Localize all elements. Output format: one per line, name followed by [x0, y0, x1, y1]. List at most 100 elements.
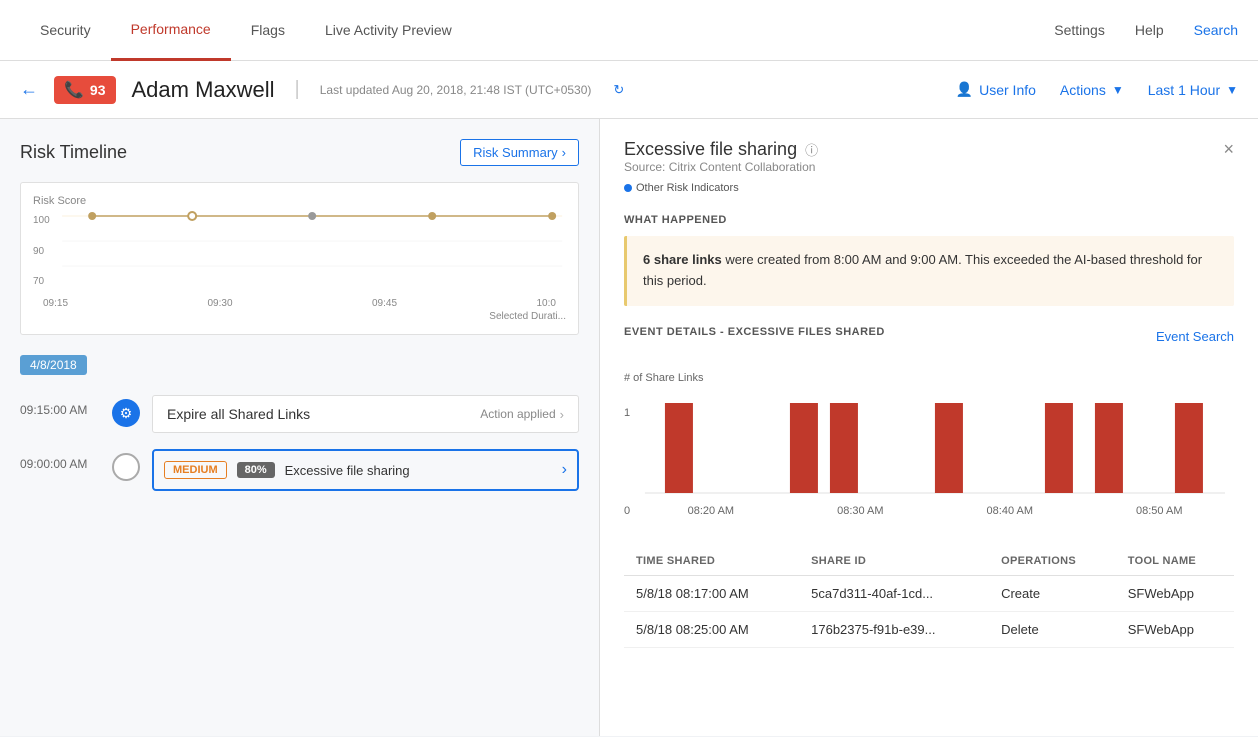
nav-flags-label: Flags [251, 22, 285, 38]
what-happened-bold: 6 share links [643, 252, 722, 267]
bar-y-min: 0 [624, 505, 630, 517]
right-panel: Excessive file sharing ⓘ Source: Citrix … [600, 119, 1258, 736]
gear-icon: ⚙ [112, 399, 140, 427]
cell-share-id-2: 176b2375-f91b-e39... [799, 611, 989, 647]
right-title-area: Excessive file sharing ⓘ Source: Citrix … [624, 139, 818, 210]
circle-icon [112, 453, 140, 481]
risk-badge: 📞 93 [54, 76, 116, 104]
timeline-time-2: 09:00:00 AM [20, 449, 100, 471]
close-button[interactable]: × [1223, 139, 1234, 160]
chart-y-label: Risk Score [33, 195, 566, 207]
bar-chart-area: # of Share Links 1 0 [624, 362, 1234, 527]
risk-summary-button[interactable]: Risk Summary › [460, 139, 579, 166]
cell-operations-1: Create [989, 575, 1116, 611]
nav-flags[interactable]: Flags [231, 0, 305, 61]
chart-y-70: 70 [33, 276, 50, 287]
header-actions: 👤 User Info Actions ▼ Last 1 Hour ▼ [956, 81, 1238, 98]
nav-settings[interactable]: Settings [1054, 22, 1105, 38]
cell-tool-1: SFWebApp [1116, 575, 1234, 611]
nav-live-activity[interactable]: Live Activity Preview [305, 0, 472, 61]
other-risk-badge: Other Risk Indicators [624, 182, 739, 194]
timeline-item-event: 09:00:00 AM MEDIUM 80% Excessive file sh… [20, 449, 579, 491]
nav-right: Settings Help Search [1054, 22, 1238, 38]
nav-performance-label: Performance [131, 21, 211, 37]
cell-operations-2: Delete [989, 611, 1116, 647]
table-row: 5/8/18 08:17:00 AM 5ca7d311-40af-1cd... … [624, 575, 1234, 611]
nav-security[interactable]: Security [20, 0, 111, 61]
col-share-id: SHARE ID [799, 547, 989, 576]
risk-timeline-title: Risk Timeline [20, 142, 127, 163]
right-title-row: Excessive file sharing ⓘ [624, 139, 818, 160]
right-title: Excessive file sharing [624, 139, 797, 160]
nav-live-activity-label: Live Activity Preview [325, 22, 452, 38]
col-tool-name: TOOL NAME [1116, 547, 1234, 576]
left-panel: Risk Timeline Risk Summary › Risk Score … [0, 119, 600, 736]
info-icon[interactable]: ⓘ [805, 140, 818, 159]
other-risk-label: Other Risk Indicators [636, 182, 739, 194]
user-icon: 👤 [956, 81, 973, 98]
card-title-expire: Expire all Shared Links [167, 406, 310, 422]
table-body: 5/8/18 08:17:00 AM 5ca7d311-40af-1cd... … [624, 575, 1234, 647]
nav-performance[interactable]: Performance [111, 0, 231, 61]
risk-dot [624, 184, 632, 192]
chevron-down-icon-2: ▼ [1226, 83, 1238, 97]
header-bar: ← 📞 93 Adam Maxwell | Last updated Aug 2… [0, 61, 1258, 119]
chevron-right-icon: › [562, 145, 566, 160]
card-chevron-icon: › [560, 407, 564, 422]
user-name: Adam Maxwell [132, 77, 275, 103]
refresh-icon[interactable]: ↻ [613, 82, 624, 98]
table-header: TIME SHARED SHARE ID OPERATIONS TOOL NAM… [624, 547, 1234, 576]
event-table: TIME SHARED SHARE ID OPERATIONS TOOL NAM… [624, 547, 1234, 648]
bar-chart-x-labels: 08:20 AM 08:30 AM 08:40 AM 08:50 AM [636, 505, 1234, 517]
source-text: Source: Citrix Content Collaboration [624, 160, 818, 174]
phone-icon: 📞 [64, 80, 84, 100]
nav-help[interactable]: Help [1135, 22, 1164, 38]
chart-y-90: 90 [33, 246, 50, 257]
chart-x-labels: 09:15 09:30 09:45 10:0 [33, 298, 566, 309]
event-details-title: EVENT DETAILS - EXCESSIVE FILES SHARED [624, 326, 885, 338]
score-badge: 80% [237, 462, 275, 478]
timeline-time-1: 09:15:00 AM [20, 395, 100, 417]
risk-chart: Risk Score 100 90 70 [20, 182, 579, 335]
risk-score: 93 [90, 82, 106, 98]
table-row: 5/8/18 08:25:00 AM 176b2375-f91b-e39... … [624, 611, 1234, 647]
cell-tool-2: SFWebApp [1116, 611, 1234, 647]
risk-chart-svg [58, 211, 566, 291]
card-status-expire: Action applied [480, 407, 555, 421]
event-container[interactable]: MEDIUM 80% Excessive file sharing › [152, 449, 579, 491]
date-badge: 4/8/2018 [20, 355, 87, 375]
last-updated: Last updated Aug 20, 2018, 21:48 IST (UT… [320, 83, 592, 97]
cell-time-2: 5/8/18 08:25:00 AM [624, 611, 799, 647]
cell-time-1: 5/8/18 08:17:00 AM [624, 575, 799, 611]
top-nav: Security Performance Flags Live Activity… [0, 0, 1258, 61]
event-details-header: EVENT DETAILS - EXCESSIVE FILES SHARED E… [624, 326, 1234, 348]
event-arrow-icon[interactable]: › [562, 461, 567, 479]
col-operations: OPERATIONS [989, 547, 1116, 576]
main-layout: Risk Timeline Risk Summary › Risk Score … [0, 119, 1258, 736]
what-happened-box: 6 share links were created from 8:00 AM … [624, 236, 1234, 306]
what-happened-text: were created from 8:00 AM and 9:00 AM. T… [643, 252, 1202, 288]
header-divider: | [295, 78, 300, 101]
timeline-item-expire: 09:15:00 AM ⚙ Expire all Shared Links Ac… [20, 395, 579, 433]
event-inner: MEDIUM 80% Excessive file sharing › [164, 461, 567, 479]
last-hour-button[interactable]: Last 1 Hour ▼ [1148, 82, 1238, 98]
back-button[interactable]: ← [20, 79, 38, 100]
risk-timeline-header: Risk Timeline Risk Summary › [20, 139, 579, 166]
nav-search[interactable]: Search [1194, 22, 1238, 38]
chevron-down-icon: ▼ [1112, 83, 1124, 97]
event-title: Excessive file sharing [285, 463, 552, 478]
medium-badge: MEDIUM [164, 461, 227, 479]
bar-y-max: 1 [624, 407, 630, 419]
right-header: Excessive file sharing ⓘ Source: Citrix … [624, 139, 1234, 210]
bar-chart-y-label: # of Share Links [624, 372, 1234, 384]
chart-y-100: 100 [33, 215, 50, 226]
cell-share-id-1: 5ca7d311-40af-1cd... [799, 575, 989, 611]
nav-security-label: Security [40, 22, 91, 38]
chart-note: Selected Durati... [33, 311, 566, 322]
col-time-shared: TIME SHARED [624, 547, 799, 576]
event-search-link[interactable]: Event Search [1156, 329, 1234, 344]
expire-links-card[interactable]: Expire all Shared Links Action applied › [152, 395, 579, 433]
actions-button[interactable]: Actions ▼ [1060, 82, 1124, 98]
bar-chart-svg [636, 388, 1234, 498]
user-info-button[interactable]: 👤 User Info [956, 81, 1036, 98]
